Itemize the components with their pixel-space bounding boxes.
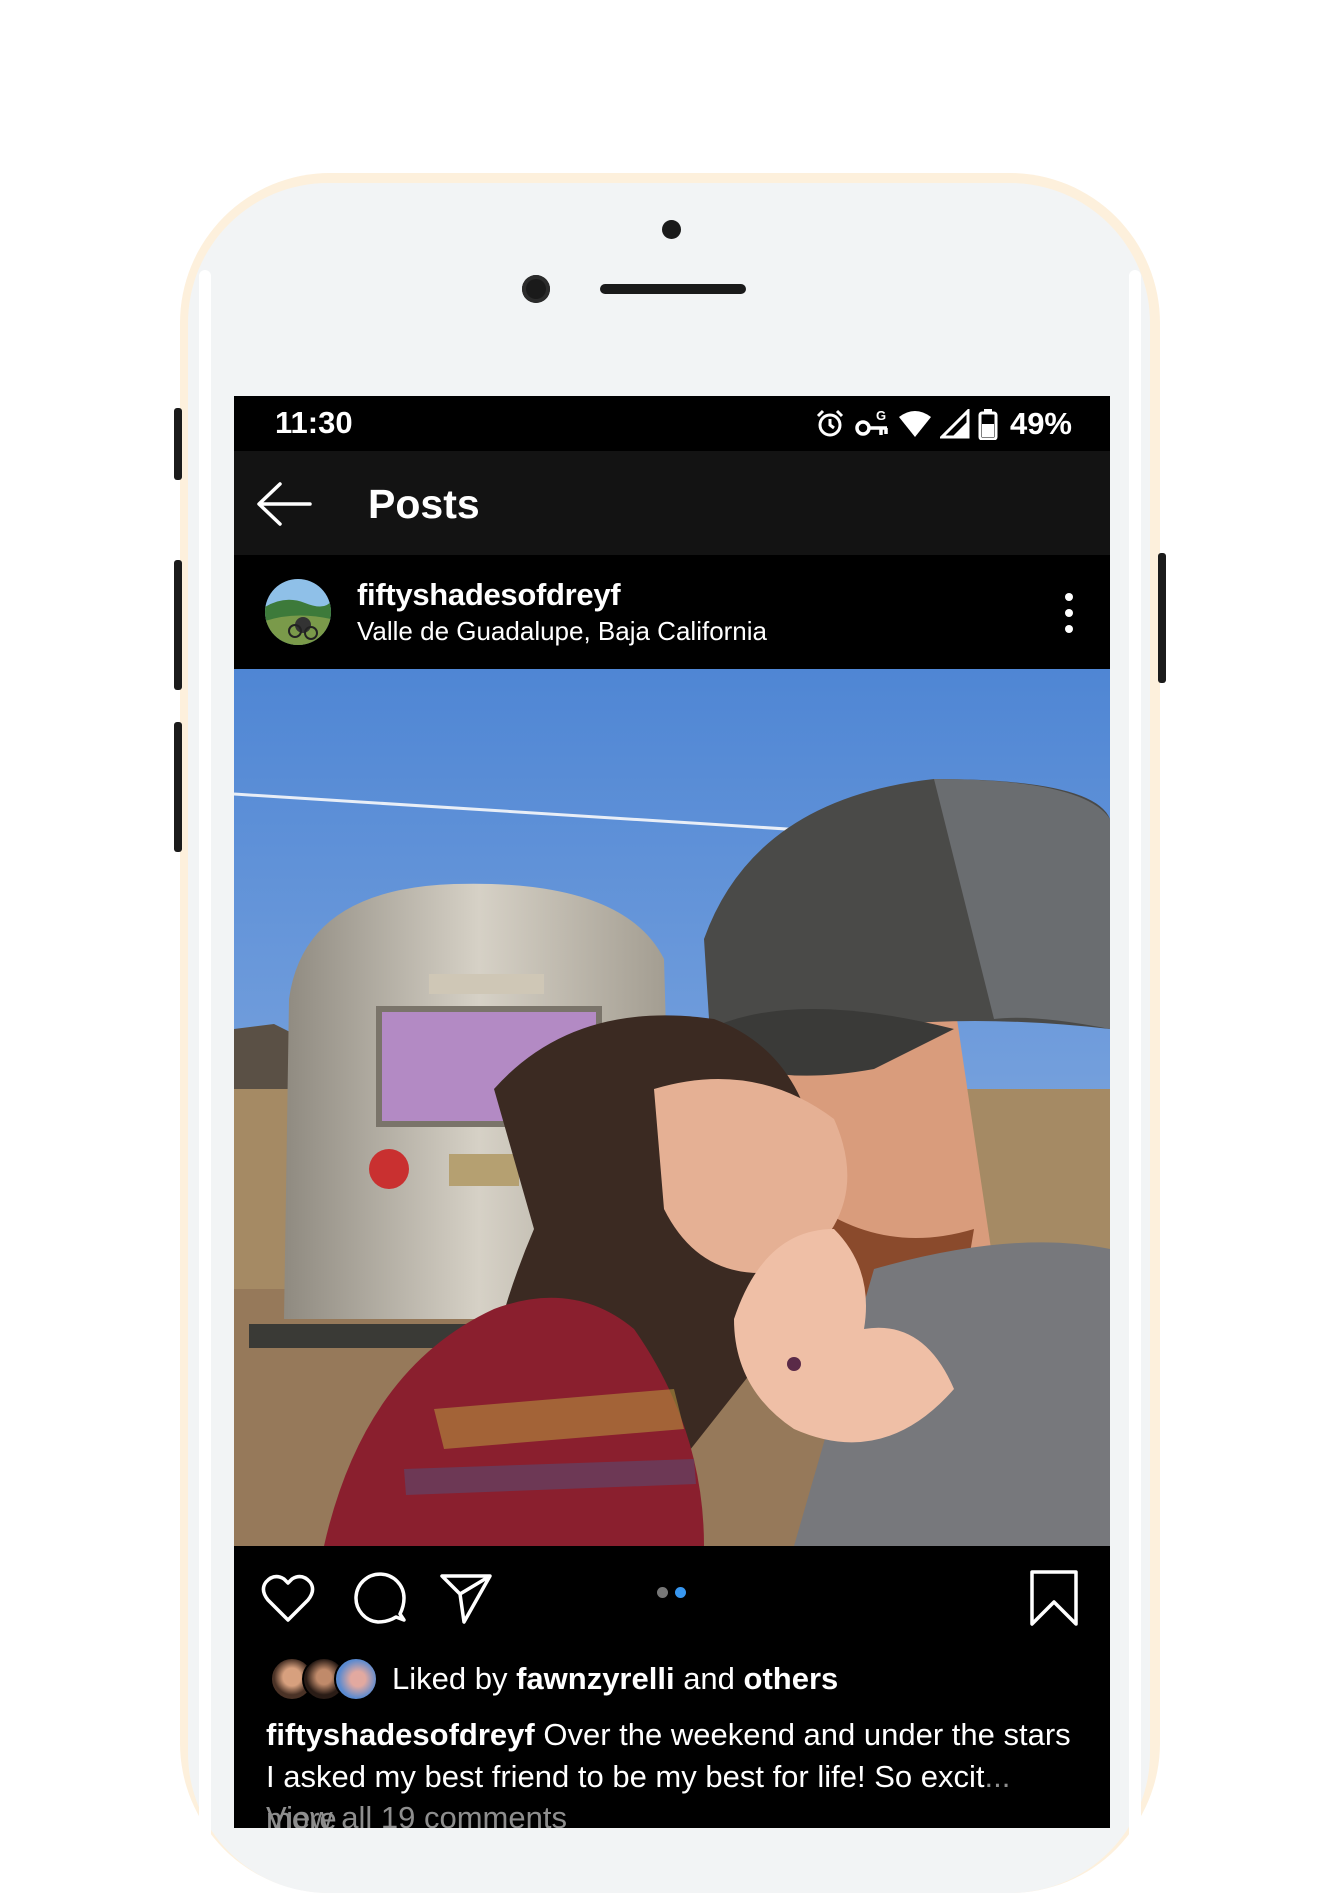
avatar[interactable] — [265, 579, 331, 645]
volume-down-button — [174, 722, 182, 852]
page-title: Posts — [368, 481, 480, 527]
status-icons: G 49% — [814, 406, 1072, 442]
comment-icon[interactable] — [350, 1570, 406, 1626]
caption-ellipsis: ... — [984, 1759, 1011, 1794]
battery-icon — [978, 409, 998, 440]
bookmark-icon[interactable] — [1026, 1570, 1082, 1626]
phone-rim-left — [199, 270, 211, 1870]
phone-rim-right — [1129, 270, 1141, 1870]
front-camera — [522, 275, 550, 303]
dot-icon — [1065, 609, 1073, 617]
dot-icon — [1065, 625, 1073, 633]
avatar — [334, 1657, 378, 1701]
post-username[interactable]: fiftyshadesofdreyf — [357, 577, 621, 613]
svg-text:G: G — [876, 408, 886, 423]
power-button — [1158, 553, 1166, 683]
status-time: 11:30 — [275, 405, 353, 440]
likes-others[interactable]: others — [744, 1661, 839, 1696]
earpiece-speaker — [600, 284, 746, 294]
post-location[interactable]: Valle de Guadalupe, Baja California — [357, 616, 767, 647]
heart-icon[interactable] — [260, 1570, 316, 1626]
likes-row[interactable]: Liked by fawnzyrelli and others — [234, 1654, 1110, 1704]
arrow-left-icon — [257, 482, 312, 526]
post-header: fiftyshadesofdreyf Valle de Guadalupe, B… — [234, 555, 1110, 669]
liker-username[interactable]: fawnzyrelli — [516, 1661, 675, 1696]
app-bar: Posts — [234, 451, 1110, 555]
carousel-dot — [657, 1587, 668, 1598]
signal-icon — [939, 409, 970, 439]
phone-screen: 11:30 G 49% Posts fiftyshadesofdreyf Val… — [234, 396, 1110, 1828]
status-bar: 11:30 G 49% — [234, 396, 1110, 451]
proximity-sensor — [662, 220, 681, 239]
alarm-icon — [816, 409, 844, 437]
more-options-button[interactable] — [1062, 593, 1076, 633]
wifi-icon — [898, 411, 931, 437]
post-actions — [234, 1546, 1110, 1646]
dot-icon — [1065, 593, 1073, 601]
view-comments-link[interactable]: View all 19 comments — [266, 1800, 567, 1828]
liker-avatars — [270, 1657, 378, 1701]
carousel-indicator — [657, 1587, 686, 1598]
silent-switch — [174, 408, 182, 480]
back-button[interactable] — [256, 481, 316, 527]
caption-username[interactable]: fiftyshadesofdreyf — [266, 1717, 535, 1752]
battery-percent: 49% — [1009, 406, 1072, 441]
vpn-key-icon: G — [855, 408, 888, 436]
volume-up-button — [174, 560, 182, 690]
share-icon[interactable] — [438, 1570, 494, 1626]
post-image[interactable] — [234, 669, 1110, 1546]
likes-text: Liked by fawnzyrelli and others — [392, 1661, 839, 1696]
carousel-dot-active — [675, 1587, 686, 1598]
